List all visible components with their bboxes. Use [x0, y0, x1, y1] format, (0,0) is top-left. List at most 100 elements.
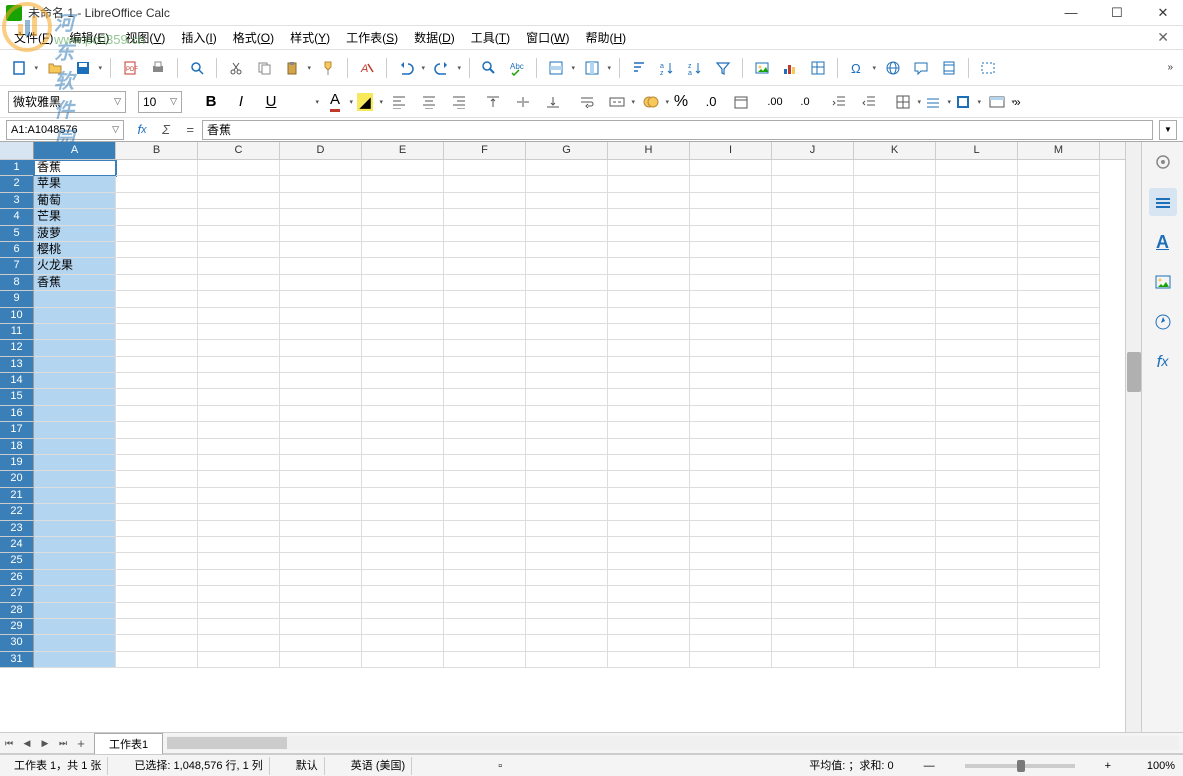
cell-D29[interactable]	[280, 619, 362, 635]
cell-M2[interactable]	[1018, 176, 1100, 192]
cell-M22[interactable]	[1018, 504, 1100, 520]
cell-B24[interactable]	[116, 537, 198, 553]
cell-A25[interactable]	[34, 553, 116, 569]
cell-F20[interactable]	[444, 471, 526, 487]
cell-L13[interactable]	[936, 357, 1018, 373]
cell-A26[interactable]	[34, 570, 116, 586]
cell-B4[interactable]	[116, 209, 198, 225]
first-sheet-button[interactable]: ⏮	[0, 734, 18, 752]
row-header-25[interactable]: 25	[0, 553, 34, 569]
cell-C19[interactable]	[198, 455, 280, 471]
cell-B6[interactable]	[116, 242, 198, 258]
cell-E9[interactable]	[362, 291, 444, 307]
cell-A14[interactable]	[34, 373, 116, 389]
cell-L5[interactable]	[936, 226, 1018, 242]
cell-B2[interactable]	[116, 176, 198, 192]
cell-B23[interactable]	[116, 521, 198, 537]
percent-button[interactable]: %	[668, 89, 694, 115]
cell-J16[interactable]	[772, 406, 854, 422]
cell-M3[interactable]	[1018, 193, 1100, 209]
cell-L29[interactable]	[936, 619, 1018, 635]
cell-C27[interactable]	[198, 586, 280, 602]
cell-K15[interactable]	[854, 389, 936, 405]
menu-o[interactable]: 格式(O)	[225, 26, 282, 49]
cell-D23[interactable]	[280, 521, 362, 537]
cell-G1[interactable]	[526, 160, 608, 176]
cell-D25[interactable]	[280, 553, 362, 569]
cell-G2[interactable]	[526, 176, 608, 192]
cell-G29[interactable]	[526, 619, 608, 635]
cell-I25[interactable]	[690, 553, 772, 569]
cell-A9[interactable]	[34, 291, 116, 307]
cell-J24[interactable]	[772, 537, 854, 553]
row-header-3[interactable]: 3	[0, 193, 34, 209]
cell-F3[interactable]	[444, 193, 526, 209]
cell-J2[interactable]	[772, 176, 854, 192]
cell-I23[interactable]	[690, 521, 772, 537]
cell-B17[interactable]	[116, 422, 198, 438]
status-summary[interactable]: 平均值: ；求和: 0	[803, 757, 899, 775]
cell-K13[interactable]	[854, 357, 936, 373]
cell-D27[interactable]	[280, 586, 362, 602]
cell-J17[interactable]	[772, 422, 854, 438]
cell-K14[interactable]	[854, 373, 936, 389]
cell-A6[interactable]: 樱桃	[34, 242, 116, 258]
cell-D22[interactable]	[280, 504, 362, 520]
cell-F21[interactable]	[444, 488, 526, 504]
cell-B20[interactable]	[116, 471, 198, 487]
status-default[interactable]: 默认	[290, 757, 325, 775]
cell-I28[interactable]	[690, 603, 772, 619]
cell-H13[interactable]	[608, 357, 690, 373]
column-header-C[interactable]: C	[198, 142, 280, 159]
cell-G15[interactable]	[526, 389, 608, 405]
cell-C20[interactable]	[198, 471, 280, 487]
cell-G14[interactable]	[526, 373, 608, 389]
cell-E4[interactable]	[362, 209, 444, 225]
cell-J29[interactable]	[772, 619, 854, 635]
cell-F4[interactable]	[444, 209, 526, 225]
cell-B28[interactable]	[116, 603, 198, 619]
align-middle-button[interactable]	[510, 89, 536, 115]
cell-E16[interactable]	[362, 406, 444, 422]
cell-G27[interactable]	[526, 586, 608, 602]
cell-G31[interactable]	[526, 652, 608, 668]
cut-button[interactable]	[223, 55, 249, 81]
cell-I3[interactable]	[690, 193, 772, 209]
column-button[interactable]	[579, 55, 613, 81]
cell-J18[interactable]	[772, 439, 854, 455]
insert-pivot-button[interactable]	[805, 55, 831, 81]
cell-L23[interactable]	[936, 521, 1018, 537]
cell-B14[interactable]	[116, 373, 198, 389]
cell-M12[interactable]	[1018, 340, 1100, 356]
cell-D15[interactable]	[280, 389, 362, 405]
cell-H17[interactable]	[608, 422, 690, 438]
cell-A30[interactable]	[34, 635, 116, 651]
cell-F19[interactable]	[444, 455, 526, 471]
cell-F15[interactable]	[444, 389, 526, 405]
column-header-J[interactable]: J	[772, 142, 854, 159]
minimize-button[interactable]: —	[1057, 3, 1085, 23]
cell-D13[interactable]	[280, 357, 362, 373]
sidebar-functions-button[interactable]: fx	[1149, 348, 1177, 376]
font-name-select[interactable]: 微软雅黑▽	[8, 91, 126, 113]
cell-H28[interactable]	[608, 603, 690, 619]
cell-K24[interactable]	[854, 537, 936, 553]
row-header-14[interactable]: 14	[0, 373, 34, 389]
zoom-level[interactable]: 100%	[1135, 760, 1175, 772]
merge-cells-button[interactable]	[604, 89, 630, 115]
cell-G12[interactable]	[526, 340, 608, 356]
menu-s[interactable]: 工作表(S)	[338, 26, 406, 49]
cell-G10[interactable]	[526, 308, 608, 324]
open-button[interactable]	[42, 55, 68, 81]
last-sheet-button[interactable]: ⏭	[54, 734, 72, 752]
cell-A10[interactable]	[34, 308, 116, 324]
cell-A4[interactable]: 芒果	[34, 209, 116, 225]
headers-footers-button[interactable]	[936, 55, 962, 81]
cell-H26[interactable]	[608, 570, 690, 586]
cell-I26[interactable]	[690, 570, 772, 586]
cell-J15[interactable]	[772, 389, 854, 405]
wrap-text-button[interactable]	[574, 89, 600, 115]
border-color-button[interactable]	[950, 89, 976, 115]
cell-L20[interactable]	[936, 471, 1018, 487]
cell-C16[interactable]	[198, 406, 280, 422]
